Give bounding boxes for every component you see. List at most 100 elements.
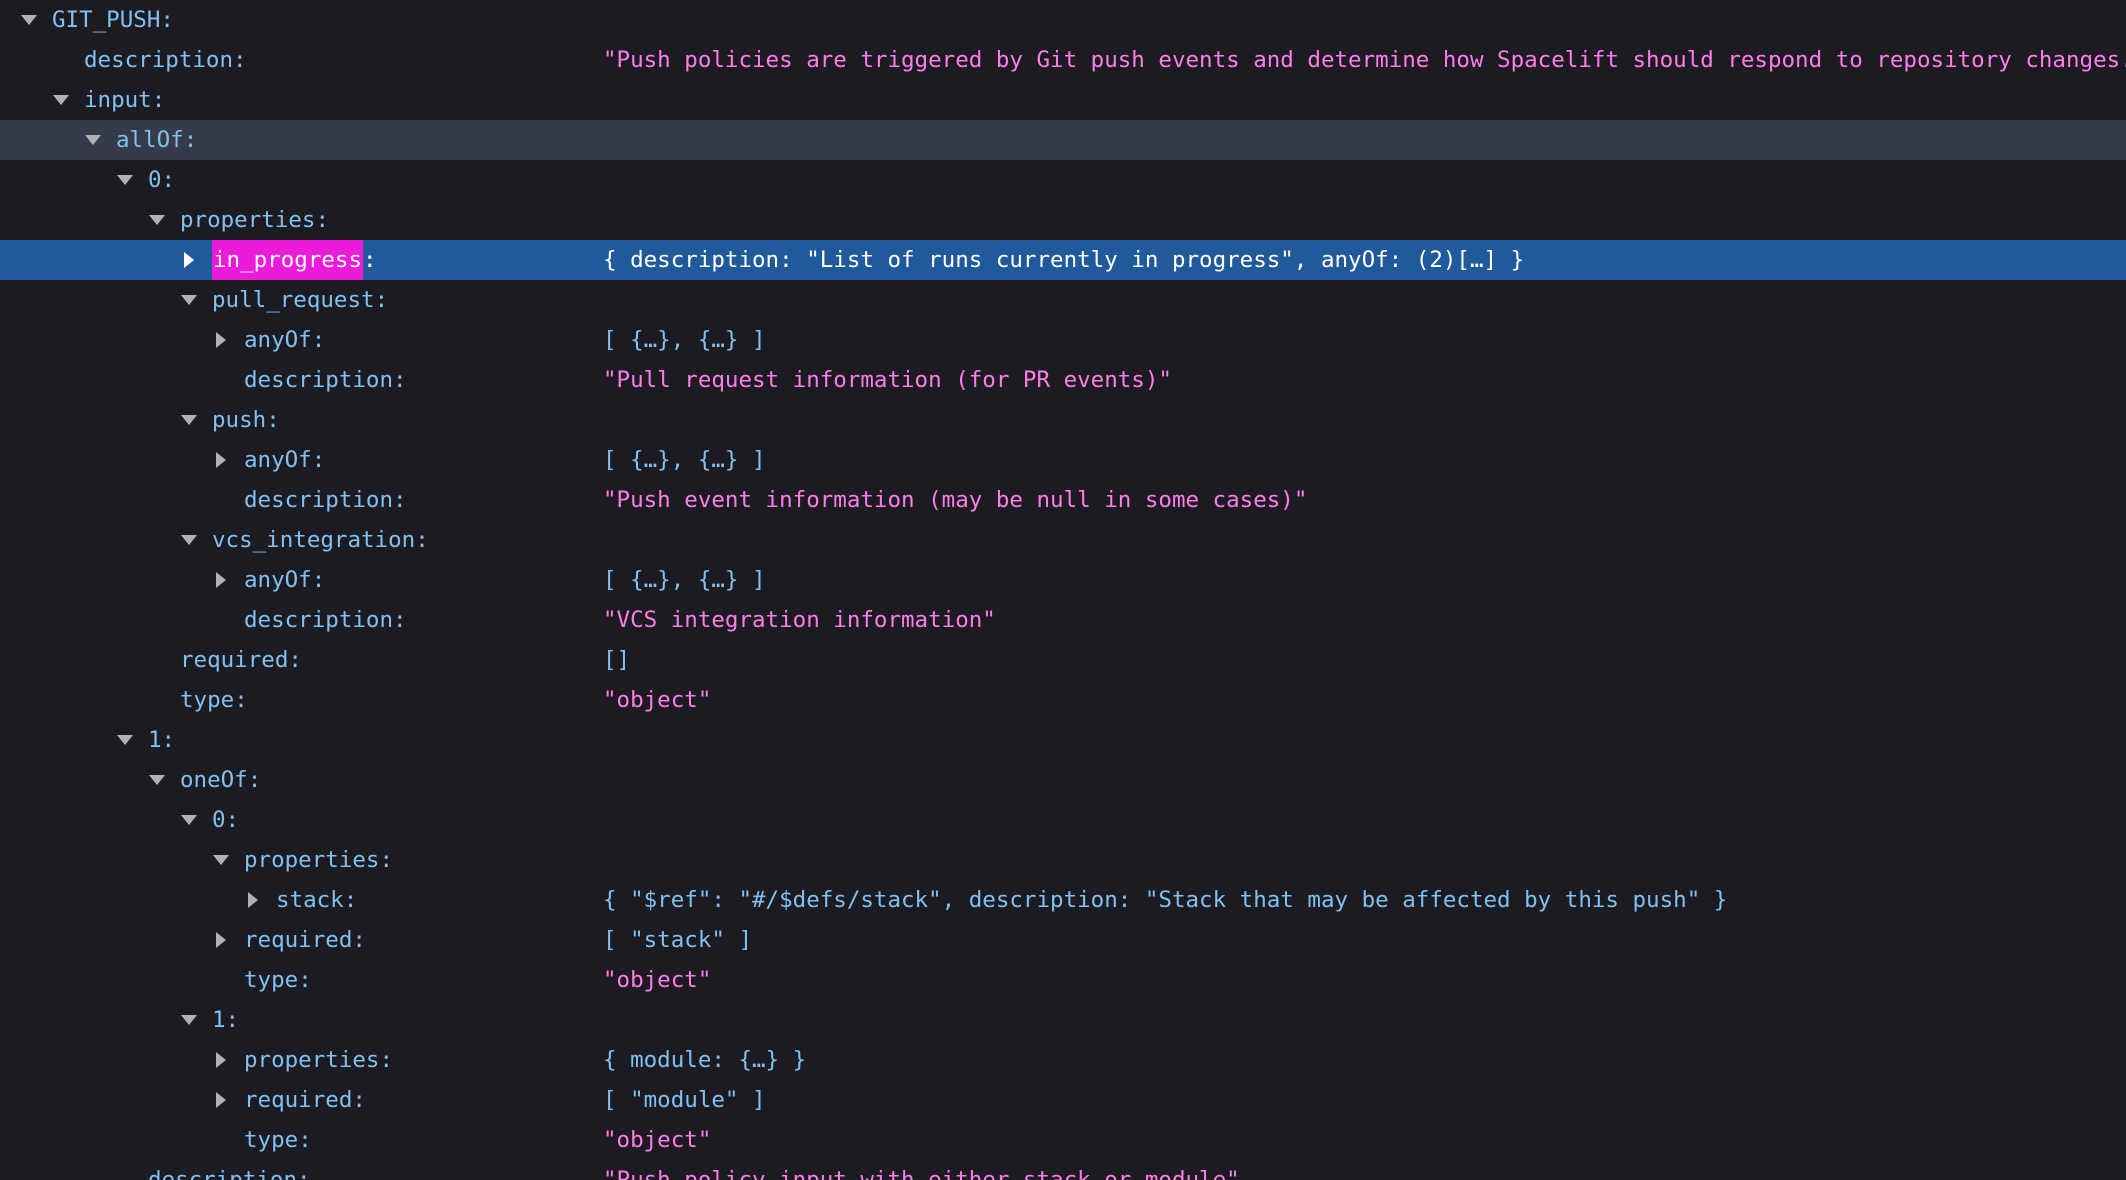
tree-row-key: required: [212,920,366,960]
key-separator: : [247,767,262,793]
chevron-down-icon[interactable] [180,291,198,309]
tree-row-properties[interactable]: properties: { module: {…} } [0,1040,2126,1080]
tree-row-key: required: [212,1080,366,1120]
property-key: required [244,927,353,953]
key-separator: : [297,1167,311,1180]
key-separator: : [393,487,407,513]
tree-row-key: required: [180,640,302,680]
tree-row-key: 1: [180,1000,239,1040]
chevron-down-icon[interactable] [116,731,134,749]
tree-row-pull-request[interactable]: pull_request: [0,280,2126,320]
chevron-down-icon[interactable] [180,811,198,829]
chevron-down-icon[interactable] [20,11,38,29]
property-key: required [180,647,289,673]
key-separator: : [233,47,247,73]
property-key: type [180,687,235,713]
chevron-right-icon[interactable] [212,1091,230,1109]
tree-row-oneof[interactable]: oneOf: [0,760,2126,800]
tree-row-description[interactable]: description: "Push event information (may… [0,480,2126,520]
property-key: stack [276,887,344,913]
chevron-down-icon[interactable] [52,91,70,109]
property-value: { description: "List of runs currently i… [603,247,1525,273]
tree-row-type[interactable]: type: "object" [0,960,2126,1000]
property-key: description [148,1167,298,1180]
chevron-down-icon[interactable] [148,771,166,789]
tree-row-allof[interactable]: allOf: [0,120,2126,160]
tree-row-key: 0: [116,160,175,200]
tree-row-key: description: [244,480,407,520]
tree-row-key: GIT_PUSH: [20,0,174,40]
tree-row-description[interactable]: description: "Push policies are triggered… [0,40,2126,80]
tree-row-input[interactable]: input: [0,80,2126,120]
tree-row-description[interactable]: description: "VCS integration information… [0,600,2126,640]
tree-row-key: pull_request: [180,280,388,320]
tree-row-key: properties: [148,200,329,240]
tree-row-anyof[interactable]: anyOf: [ {…}, {…} ] [0,440,2126,480]
property-value: { module: {…} } [603,1047,807,1073]
key-separator: : [298,967,312,993]
property-value: [ "stack" ] [603,927,753,953]
chevron-down-icon[interactable] [148,211,166,229]
chevron-down-icon[interactable] [116,171,134,189]
chevron-down-icon[interactable] [180,531,198,549]
key-separator: : [161,727,176,753]
tree-row-required[interactable]: required: [ "module" ] [0,1080,2126,1120]
tree-row-type[interactable]: type: "object" [0,1120,2126,1160]
key-separator: : [311,447,326,473]
tree-row-key: vcs_integration: [180,520,429,560]
key-separator: : [298,1127,312,1153]
tree-row-description[interactable]: description: "Push policy input with eith… [0,1160,2126,1180]
tree-row-0[interactable]: 0: [0,800,2126,840]
tree-row-required[interactable]: required: [] [0,640,2126,680]
key-separator: : [379,1047,394,1073]
chevron-right-icon[interactable] [212,331,230,349]
key-separator: : [393,367,407,393]
property-key: description [244,367,394,393]
property-value: "Push policy input with either stack or … [603,1167,1240,1180]
chevron-down-icon[interactable] [180,411,198,429]
key-separator: : [225,807,240,833]
tree-row-in-progress[interactable]: in_progress: { description: "List of runs… [0,240,2126,280]
property-value: "Push policies are triggered by Git push… [603,47,2126,73]
chevron-down-icon[interactable] [212,851,230,869]
property-key: GIT_PUSH [52,7,161,33]
tree-row-key: description: [244,360,407,400]
tree-row-anyof[interactable]: anyOf: [ {…}, {…} ] [0,560,2126,600]
chevron-right-icon[interactable] [212,571,230,589]
chevron-down-icon[interactable] [84,131,102,149]
property-value: "Pull request information (for PR events… [603,367,1172,393]
tree-row-properties[interactable]: properties: [0,200,2126,240]
tree-row-type[interactable]: type: "object" [0,680,2126,720]
chevron-down-icon[interactable] [180,1011,198,1029]
key-separator: : [379,847,394,873]
tree-row-1[interactable]: 1: [0,720,2126,760]
tree-row-1[interactable]: 1: [0,1000,2126,1040]
key-separator: : [234,687,248,713]
chevron-right-icon[interactable] [212,931,230,949]
property-value: { "$ref": "#/$defs/stack", description: … [603,887,1728,913]
key-separator: : [352,1087,366,1113]
tree-row-properties[interactable]: properties: [0,840,2126,880]
property-key: oneOf [180,767,248,793]
tree-row-push[interactable]: push: [0,400,2126,440]
property-key: properties [244,847,380,873]
chevron-right-icon[interactable] [244,891,262,909]
property-key: description [84,47,234,73]
tree-row-key: type: [180,680,248,720]
key-separator: : [374,287,389,313]
chevron-right-icon[interactable] [212,451,230,469]
property-key: vcs_integration [212,527,416,553]
tree-row-anyof[interactable]: anyOf: [ {…}, {…} ] [0,320,2126,360]
tree-row-required[interactable]: required: [ "stack" ] [0,920,2126,960]
tree-row-0[interactable]: 0: [0,160,2126,200]
tree-row-vcs-integration[interactable]: vcs_integration: [0,520,2126,560]
tree-row-key: push: [180,400,280,440]
tree-row-description[interactable]: description: "Pull request information (f… [0,360,2126,400]
property-key: description [244,487,394,513]
chevron-right-icon[interactable] [180,251,198,269]
tree-row-stack[interactable]: stack: { "$ref": "#/$defs/stack", descrip… [0,880,2126,920]
property-key: input [84,87,152,113]
tree-row-git-push[interactable]: GIT_PUSH: [0,0,2126,40]
tree-row-key: allOf: [84,120,197,160]
chevron-right-icon[interactable] [212,1051,230,1069]
